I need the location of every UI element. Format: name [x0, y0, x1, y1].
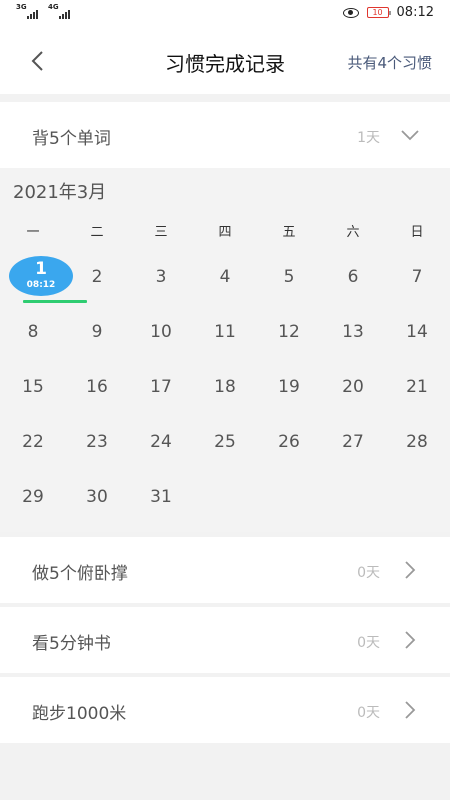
app-header: 习惯完成记录 共有4个习惯 — [0, 28, 450, 94]
calendar-day[interactable]: 4 — [193, 250, 257, 305]
habit-card[interactable]: 看5分钟书 0天 — [0, 607, 450, 673]
weekday-label: 四 — [218, 225, 232, 240]
calendar-week: 8 9 10 11 12 13 14 — [0, 305, 450, 360]
habit-card[interactable]: 做5个俯卧撑 0天 — [0, 537, 450, 603]
calendar-day[interactable]: 13 — [321, 305, 385, 360]
calendar-day[interactable]: 8 — [1, 305, 65, 360]
habit-name: 背5个单词 — [32, 129, 111, 149]
calendar-week: 22 23 24 25 26 27 28 — [0, 415, 450, 470]
network-type-label: 4G — [48, 3, 59, 11]
habit-days: 0天 — [357, 705, 380, 721]
calendar-day[interactable]: 26 — [257, 415, 321, 470]
calendar-day[interactable]: 27 — [321, 415, 385, 470]
calendar-day[interactable]: 14 — [385, 305, 449, 360]
calendar-day-empty — [385, 470, 449, 525]
habit-days: 1天 — [357, 130, 380, 146]
selected-day-marker: 1 08:12 — [9, 256, 73, 296]
weekday-label: 三 — [154, 225, 168, 240]
calendar-day-empty — [321, 470, 385, 525]
calendar: 2021年3月 一 二 三 四 五 六 日 1 08:12 2 3 4 5 6 … — [0, 168, 450, 532]
calendar-day[interactable]: 20 — [321, 360, 385, 415]
habit-card[interactable]: 跑步1000米 0天 — [0, 677, 450, 743]
calendar-day[interactable]: 31 — [129, 470, 193, 525]
calendar-day[interactable]: 30 — [65, 470, 129, 525]
battery-icon: 10 — [366, 7, 391, 18]
calendar-day[interactable]: 2 — [65, 250, 129, 305]
chevron-right-icon[interactable] — [400, 700, 420, 720]
weekday-label: 二 — [90, 225, 104, 240]
chevron-down-icon[interactable] — [400, 125, 420, 145]
weekday-label: 六 — [346, 225, 360, 240]
calendar-day[interactable]: 21 — [385, 360, 449, 415]
selected-day-number: 1 — [35, 259, 47, 279]
habit-days: 0天 — [357, 565, 380, 581]
calendar-day[interactable]: 18 — [193, 360, 257, 415]
weekday-header: 一 二 三 四 五 六 日 — [0, 221, 450, 241]
calendar-day[interactable]: 5 — [257, 250, 321, 305]
habit-days: 0天 — [357, 635, 380, 651]
calendar-day[interactable]: 15 — [1, 360, 65, 415]
calendar-day[interactable]: 7 — [385, 250, 449, 305]
calendar-day[interactable]: 28 — [385, 415, 449, 470]
weekday-label: 五 — [282, 225, 296, 240]
habit-name: 做5个俯卧撑 — [32, 564, 128, 584]
status-time: 08:12 — [396, 5, 434, 20]
calendar-day-empty — [257, 470, 321, 525]
eye-icon — [342, 7, 359, 18]
calendar-week: 1 08:12 2 3 4 5 6 7 — [0, 250, 450, 305]
calendar-week: 29 30 31 — [0, 470, 450, 525]
calendar-month-label: 2021年3月 — [13, 182, 107, 203]
habit-card-expanded[interactable]: 背5个单词 1天 — [0, 102, 450, 168]
chevron-right-icon[interactable] — [400, 630, 420, 650]
status-bar: 3G 4G 10 08:12 — [0, 0, 450, 28]
calendar-day[interactable]: 23 — [65, 415, 129, 470]
weekday-label: 日 — [410, 225, 424, 240]
signal-icon: 3G — [16, 3, 38, 19]
calendar-day[interactable]: 9 — [65, 305, 129, 360]
calendar-day[interactable]: 29 — [1, 470, 65, 525]
calendar-day[interactable]: 19 — [257, 360, 321, 415]
signal-icon: 4G — [48, 3, 70, 19]
network-type-label: 3G — [16, 3, 27, 11]
calendar-day[interactable]: 24 — [129, 415, 193, 470]
calendar-day[interactable]: 3 — [129, 250, 193, 305]
calendar-day[interactable]: 17 — [129, 360, 193, 415]
calendar-day[interactable]: 22 — [1, 415, 65, 470]
calendar-day[interactable]: 6 — [321, 250, 385, 305]
calendar-day-selected[interactable]: 1 08:12 — [1, 250, 87, 305]
habit-name: 看5分钟书 — [32, 634, 111, 654]
habit-count-link[interactable]: 共有4个习惯 — [347, 52, 432, 73]
weekday-label: 一 — [26, 225, 40, 240]
calendar-day[interactable]: 16 — [65, 360, 129, 415]
calendar-week: 15 16 17 18 19 20 21 — [0, 360, 450, 415]
selected-day-time: 08:12 — [26, 280, 56, 290]
habit-name: 跑步1000米 — [32, 704, 127, 724]
calendar-day-empty — [193, 470, 257, 525]
calendar-day[interactable]: 12 — [257, 305, 321, 360]
calendar-day[interactable]: 11 — [193, 305, 257, 360]
calendar-day[interactable]: 10 — [129, 305, 193, 360]
chevron-right-icon[interactable] — [400, 560, 420, 580]
calendar-day[interactable]: 25 — [193, 415, 257, 470]
